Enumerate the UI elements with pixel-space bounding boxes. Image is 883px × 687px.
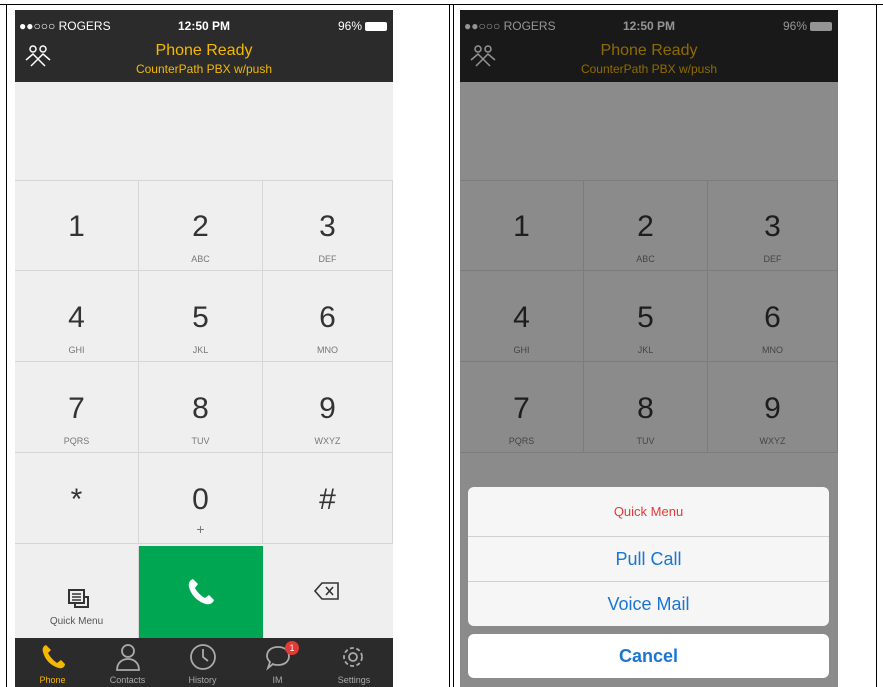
tab-label: Phone bbox=[39, 675, 66, 685]
key-3[interactable]: 3 DEF bbox=[263, 180, 393, 271]
tab-label: IM bbox=[272, 675, 283, 685]
backspace-button[interactable] bbox=[263, 546, 393, 638]
tab-label: History bbox=[188, 675, 217, 685]
key-letters: PQRS bbox=[63, 436, 90, 446]
page-title: Phone Ready bbox=[155, 42, 253, 59]
frame-right bbox=[876, 4, 877, 687]
status-bar: ●●○○○ ROGERS 12:50 PM 96% bbox=[15, 10, 393, 44]
tab-settings[interactable]: Settings bbox=[315, 638, 393, 687]
key-6[interactable]: 6 MNO bbox=[263, 271, 393, 362]
gear-icon bbox=[343, 647, 363, 667]
key-7[interactable]: 7 PQRS bbox=[15, 362, 139, 453]
key-letters: GHI bbox=[68, 345, 85, 355]
key-digit: 3 bbox=[319, 210, 336, 243]
history-icon bbox=[190, 644, 216, 670]
key-2[interactable]: 2 ABC bbox=[139, 180, 263, 271]
key-digit: 0 bbox=[192, 483, 209, 516]
quick-menu-label: Quick Menu bbox=[49, 616, 104, 627]
pull-call-button[interactable]: Pull Call bbox=[468, 536, 829, 581]
key-hash[interactable]: # bbox=[263, 453, 393, 544]
key-star[interactable]: * bbox=[15, 453, 139, 544]
tab-bar: Phone Contacts History 1 IM Settings bbox=[15, 638, 393, 687]
tab-contacts[interactable]: Contacts bbox=[90, 638, 165, 687]
contacts-icon bbox=[116, 644, 140, 671]
frame-middle-b bbox=[453, 4, 454, 687]
account-subtitle: CounterPath PBX w/push bbox=[135, 62, 273, 76]
key-4[interactable]: 4 GHI bbox=[15, 271, 139, 362]
key-digit: # bbox=[319, 483, 336, 516]
key-letters: TUV bbox=[191, 436, 210, 446]
battery-icon bbox=[365, 22, 387, 32]
key-letters: DEF bbox=[318, 254, 337, 264]
unread-badge: 1 bbox=[285, 641, 299, 655]
phone-icon bbox=[188, 579, 214, 605]
tab-im[interactable]: 1 IM bbox=[240, 638, 315, 687]
phone-icon bbox=[42, 645, 65, 669]
key-digit: 5 bbox=[192, 301, 209, 334]
key-digit: 6 bbox=[319, 301, 336, 334]
key-digit: * bbox=[70, 483, 83, 516]
tab-phone[interactable]: Phone bbox=[15, 638, 90, 687]
cancel-button[interactable]: Cancel bbox=[468, 634, 829, 678]
key-letters: + bbox=[196, 521, 205, 537]
action-sheet: Quick Menu Pull Call Voice Mail bbox=[468, 487, 829, 626]
phone-screen-right: ●●○○○ ROGERS 12:50 PM 96% Phone Ready Co… bbox=[460, 10, 838, 687]
key-digit: 4 bbox=[68, 301, 85, 334]
frame-left bbox=[6, 4, 7, 687]
key-1[interactable]: 1 bbox=[15, 180, 139, 271]
key-5[interactable]: 5 JKL bbox=[139, 271, 263, 362]
key-0[interactable]: 0 + bbox=[139, 453, 263, 544]
key-letters: ABC bbox=[191, 254, 210, 264]
key-digit: 2 bbox=[192, 210, 209, 243]
tab-history[interactable]: History bbox=[165, 638, 240, 687]
tab-label: Contacts bbox=[109, 675, 146, 685]
key-digit: 7 bbox=[68, 392, 85, 425]
quick-menu-button[interactable]: Quick Menu bbox=[15, 546, 139, 638]
tab-label: Settings bbox=[337, 675, 371, 685]
clock: 12:50 PM bbox=[177, 19, 231, 33]
action-sheet-title: Quick Menu bbox=[613, 504, 684, 519]
key-letters: JKL bbox=[192, 345, 209, 355]
voice-mail-button[interactable]: Voice Mail bbox=[468, 581, 829, 626]
frame-middle-a bbox=[449, 4, 450, 687]
key-9[interactable]: 9 WXYZ bbox=[263, 362, 393, 453]
quick-menu-icon bbox=[68, 589, 89, 608]
app-header: ●●○○○ ROGERS 12:50 PM 96% Phone Ready Co… bbox=[15, 10, 393, 82]
battery-indicator: 96% bbox=[338, 19, 387, 33]
frame-top bbox=[0, 4, 883, 5]
battery-percent: 96% bbox=[337, 19, 362, 33]
key-digit: 9 bbox=[319, 392, 336, 425]
backspace-icon bbox=[314, 582, 339, 600]
call-button[interactable] bbox=[139, 546, 263, 638]
key-8[interactable]: 8 TUV bbox=[139, 362, 263, 453]
key-digit: 1 bbox=[68, 210, 85, 243]
dialer-actions: Quick Menu bbox=[15, 546, 393, 638]
key-digit: 8 bbox=[192, 392, 209, 425]
dial-display[interactable] bbox=[15, 82, 393, 181]
key-letters: WXYZ bbox=[314, 436, 341, 446]
phone-screen-left: ●●○○○ ROGERS 12:50 PM 96% Phone Ready Co… bbox=[15, 10, 393, 687]
key-letters: MNO bbox=[317, 345, 338, 355]
